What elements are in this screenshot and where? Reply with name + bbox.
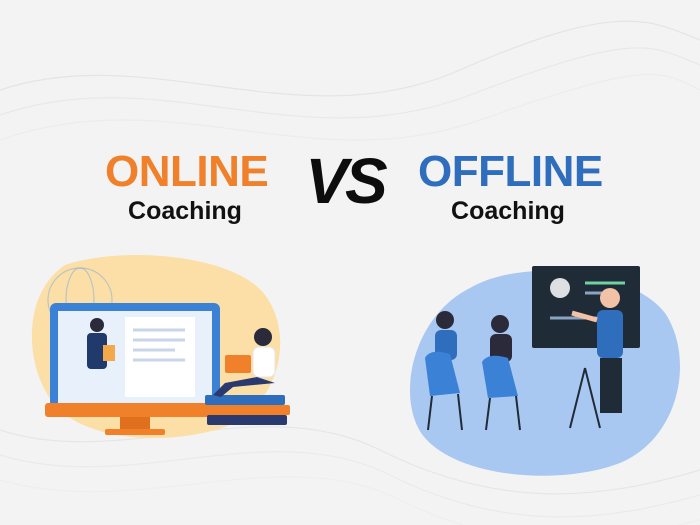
monitor-base: [45, 403, 225, 417]
vs-label: VS: [305, 145, 387, 217]
online-subheading: Coaching: [128, 197, 242, 225]
offline-coaching-illustration: [410, 266, 680, 476]
offline-title: OFFLINE Coaching: [418, 147, 603, 226]
offline-subheading: Coaching: [451, 197, 565, 225]
online-heading: ONLINE: [105, 147, 269, 196]
chalkboard: [532, 266, 640, 348]
offline-heading: OFFLINE: [418, 147, 603, 196]
online-title: ONLINE Coaching: [105, 147, 269, 226]
online-coaching-illustration: [31, 255, 290, 439]
